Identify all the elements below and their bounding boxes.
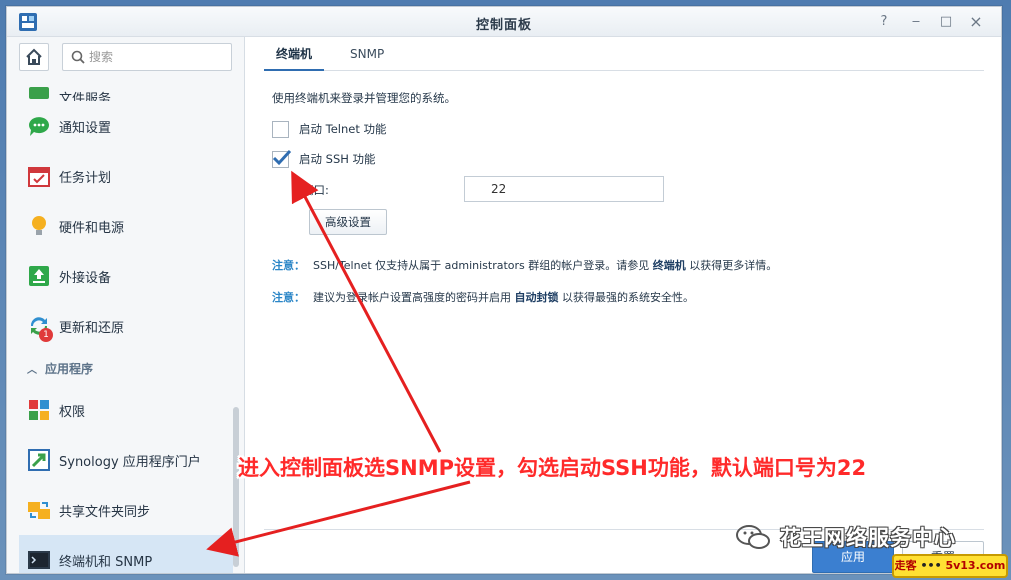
badge-left-text: 走客 [894,559,917,572]
port-label: 端口: [302,183,329,197]
note-suffix: 以获得最强的系统安全性。 [562,291,694,304]
home-button[interactable] [19,43,49,71]
ssh-label: 启动 SSH 功能 [299,152,376,166]
sidebar-item-label: 权限 [59,404,86,420]
control-panel-window: 控制面板 ? ‒ □ × 文件服务 通知设置 [6,6,1002,574]
description-text: 使用终端机来登录并管理您的系统。 [272,91,456,105]
sidebar-item-task-scheduler[interactable]: 任务计划 [7,151,233,201]
minimize-button[interactable]: ‒ [907,13,925,31]
note-label: 注意： [272,259,305,272]
sidebar-item-label: 外接设备 [59,270,112,286]
terminal-icon [27,548,51,572]
tab-bar: 终端机 SNMP [264,37,984,71]
note-ssh-telnet: 注意： SSH/Telnet 仅支持从属于 administrators 群组的帐… [272,257,777,273]
window-title: 控制面板 [475,18,532,33]
sidebar-item-app-portal[interactable]: Synology 应用程序门户 [7,435,233,485]
note-text: SSH/Telnet 仅支持从属于 administrators 群组的帐户登录… [313,259,650,272]
update-icon: 1 [27,314,53,342]
sidebar-item-hardware-power[interactable]: 硬件和电源 [7,201,233,251]
sidebar-item-label: 更新和还原 [59,320,125,336]
wechat-icon [736,525,770,549]
sidebar-item-update-restore[interactable]: 1 更新和还原 [7,301,233,351]
sidebar-scrollbar[interactable] [233,407,239,567]
note-label: 注意： [272,291,305,304]
ssh-checkbox[interactable] [272,149,292,168]
port-input[interactable]: 22 [464,176,664,202]
sidebar-item-label: 终端机和 SNMP [59,554,153,570]
annotation-caption: 进入控制面板选SNMP设置，勾选启动SSH功能，默认端口号为22 [238,456,867,480]
note-text: 建议为登录帐户设置高强度的密码并启用 [313,291,511,304]
sidebar-item-file-services[interactable]: 文件服务 [7,77,233,101]
calendar-icon [27,164,51,188]
badge-right-text: 5v13.com [945,559,1006,572]
watermark-text: 花王网络服务中心 [780,526,956,550]
maximize-button[interactable]: □ [937,13,955,31]
close-button[interactable]: × [967,13,985,31]
sidebar-item-notification[interactable]: 通知设置 [7,101,233,151]
privileges-icon [27,398,51,422]
sidebar: 文件服务 通知设置 任务计划 硬件和电源 外接设备 1 [7,37,245,573]
telnet-label: 启动 Telnet 功能 [299,122,387,136]
sidebar-item-label: 文件服务 [59,92,112,101]
badge-dots: ••• [920,559,942,572]
search-field[interactable] [62,43,232,71]
lightbulb-icon [27,214,51,238]
search-input[interactable] [89,48,227,66]
sidebar-item-external-devices[interactable]: 外接设备 [7,251,233,301]
advanced-settings-button[interactable]: 高级设置 [309,209,387,235]
ssh-option[interactable]: 启动 SSH 功能 [272,149,376,169]
auto-block-link[interactable]: 自动封锁 [515,291,559,304]
section-header-applications[interactable]: ︿ 应用程序 [7,351,233,385]
sidebar-item-privileges[interactable]: 权限 [7,385,233,435]
external-device-icon [27,264,51,288]
note-suffix: 以获得更多详情。 [689,259,778,272]
sidebar-item-label: 任务计划 [59,170,112,186]
notification-icon [27,114,51,138]
help-button[interactable]: ? [875,13,893,31]
tab-terminal[interactable]: 终端机 [264,37,325,71]
telnet-option[interactable]: 启动 Telnet 功能 [272,119,387,139]
sidebar-item-label: 通知设置 [59,120,112,136]
checkmark-icon [272,149,292,165]
title-bar[interactable]: 控制面板 ? ‒ □ × [7,7,1001,37]
search-icon [71,50,85,64]
chevron-up-icon: ︿ [27,364,37,376]
sidebar-item-label: 共享文件夹同步 [59,504,151,520]
telnet-checkbox[interactable] [272,120,289,138]
note-password: 注意： 建议为登录帐户设置高强度的密码并启用 自动封锁 以获得最强的系统安全性。 [272,289,694,305]
main-panel: 终端机 SNMP 使用终端机来登录并管理您的系统。 启动 Telnet 功能 启… [246,37,1001,573]
site-badge: 走客 ••• 5v13.com [892,554,1008,578]
tab-snmp[interactable]: SNMP [338,37,396,71]
home-icon [26,48,42,65]
app-portal-icon [27,448,51,472]
sidebar-item-label: Synology 应用程序门户 [59,454,201,470]
folder-sync-icon [27,498,51,522]
sidebar-item-terminal-snmp[interactable]: 终端机和 SNMP [19,535,233,573]
file-services-icon [27,87,51,101]
section-label: 应用程序 [45,361,94,376]
nav-list: 文件服务 通知设置 任务计划 硬件和电源 外接设备 1 更新和还原 ︿ 应用程序… [7,77,233,573]
sidebar-item-label: 硬件和电源 [59,220,125,236]
update-badge: 1 [39,328,53,342]
sidebar-item-folder-sync[interactable]: 共享文件夹同步 [7,485,233,535]
terminal-help-link[interactable]: 终端机 [653,259,686,272]
